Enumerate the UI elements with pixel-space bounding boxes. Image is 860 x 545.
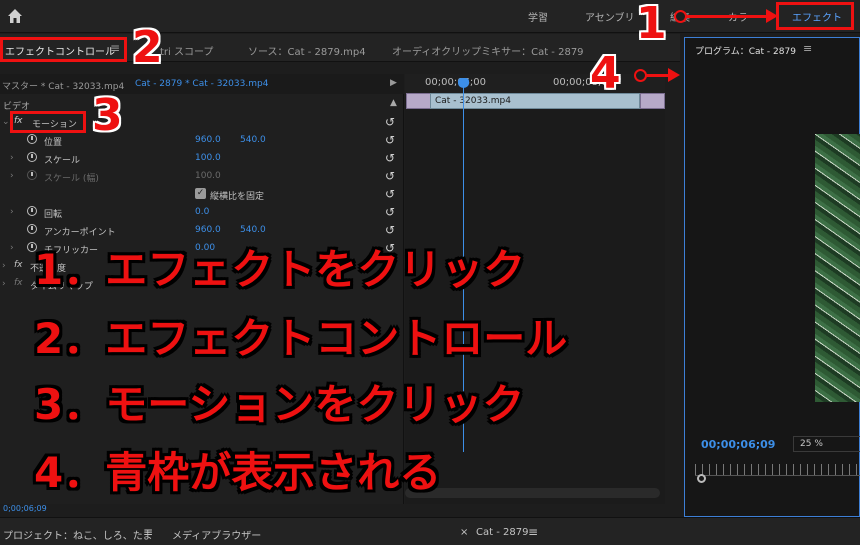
collapse-icon[interactable]: ▲ bbox=[390, 98, 397, 108]
annotation-step-1: 1．エフェクトをクリック bbox=[34, 245, 526, 294]
sequence-selector-row: マスター * Cat - 32033.mp4 Cat - 2879 * Cat … bbox=[0, 74, 404, 94]
panel-menu-icon[interactable]: ≡ bbox=[528, 525, 538, 539]
annotation-number-1: 1 bbox=[636, 0, 667, 49]
program-timecode[interactable]: 00;00;06;09 bbox=[701, 438, 775, 451]
scale-row: › スケール 100.0 ↺ bbox=[10, 151, 396, 166]
highlight-effect-controls-tab bbox=[0, 37, 127, 62]
tab-audio-clip-mixer[interactable]: オーディオクリップミキサー：Cat - 2879 bbox=[392, 43, 584, 58]
workspace-tab-learn[interactable]: 学習 bbox=[528, 9, 548, 24]
chevron-right-icon[interactable]: › bbox=[10, 153, 14, 163]
stopwatch-icon[interactable] bbox=[27, 224, 37, 234]
scrub-handle[interactable] bbox=[697, 474, 706, 483]
annotation-step-3: 3．モーションをクリック bbox=[34, 380, 525, 429]
chevron-right-icon[interactable]: › bbox=[2, 261, 6, 271]
anchor-x-value[interactable]: 960.0 bbox=[195, 225, 221, 235]
bottom-panel-tabbar: プロジェクト：ねこ、しろ、たま ≡ メディアブラウザー × Cat - 2879… bbox=[0, 517, 860, 545]
fx-icon: fx bbox=[14, 278, 23, 288]
program-monitor: プログラム：Cat - 2879 ≡ 00;00;06;09 25 % bbox=[684, 37, 860, 517]
rotation-row: › 回転 0.0 ↺ bbox=[10, 205, 396, 220]
annotation-step-4: 4．青枠が表示される bbox=[34, 448, 442, 497]
effect-controls-timecode[interactable]: 0;00;06;09 bbox=[3, 504, 47, 513]
arrow-to-effects bbox=[674, 9, 778, 23]
sequence-clip-label[interactable]: Cat - 2879 * Cat - 32033.mp4 bbox=[135, 79, 268, 89]
chevron-right-icon[interactable]: › bbox=[2, 279, 6, 289]
reset-icon[interactable]: ↺ bbox=[385, 169, 395, 183]
time-ruler[interactable]: 00;00;06;00 00;00;08;00 bbox=[405, 74, 665, 94]
tab-timeline[interactable]: Cat - 2879 bbox=[476, 527, 528, 538]
chevron-down-icon[interactable]: ⌄ bbox=[2, 117, 10, 127]
chevron-right-icon[interactable]: › bbox=[10, 171, 14, 181]
scale-value[interactable]: 100.0 bbox=[195, 153, 221, 163]
video-frame bbox=[815, 134, 860, 402]
position-row: 位置 960.0 540.0 ↺ bbox=[0, 132, 404, 150]
reset-icon[interactable]: ↺ bbox=[385, 151, 395, 165]
workspace-tab-assembly[interactable]: アセンブリ bbox=[585, 9, 635, 24]
program-monitor-title[interactable]: プログラム：Cat - 2879 bbox=[695, 44, 796, 57]
reset-icon[interactable]: ↺ bbox=[385, 133, 395, 147]
zoom-select[interactable]: 25 % bbox=[793, 436, 860, 452]
anchor-point-row: アンカーポイント 960.0 540.0 ↺ bbox=[0, 222, 404, 240]
stopwatch-icon[interactable] bbox=[27, 206, 37, 216]
annotation-number-4: 4 bbox=[590, 48, 621, 99]
annotation-step-2: 2．エフェクトコントロール bbox=[34, 314, 568, 363]
panel-menu-icon[interactable]: ≡ bbox=[803, 42, 812, 55]
clip-out-marker bbox=[640, 93, 665, 109]
tab-project[interactable]: プロジェクト：ねこ、しろ、たま bbox=[3, 527, 153, 542]
uniform-scale-row: ✓ 縦横比を固定 ↺ bbox=[195, 187, 396, 202]
reset-icon[interactable]: ↺ bbox=[385, 115, 395, 129]
stopwatch-icon[interactable] bbox=[27, 152, 37, 162]
uniform-scale-checkbox[interactable]: ✓ bbox=[195, 188, 206, 199]
reset-icon[interactable]: ↺ bbox=[385, 205, 395, 219]
play-arrow-icon[interactable]: ▶ bbox=[390, 78, 397, 88]
clip-in-marker bbox=[406, 93, 431, 109]
position-y-value[interactable]: 540.0 bbox=[240, 135, 266, 145]
playhead-handle[interactable] bbox=[458, 78, 469, 88]
stopwatch-icon[interactable] bbox=[27, 134, 37, 144]
rotation-value[interactable]: 0.0 bbox=[195, 207, 209, 217]
stopwatch-icon bbox=[27, 170, 37, 180]
panel-menu-icon[interactable]: ≡ bbox=[143, 525, 153, 539]
highlight-motion bbox=[10, 111, 86, 133]
close-icon[interactable]: × bbox=[460, 527, 468, 538]
arrow-to-program bbox=[634, 68, 680, 82]
position-x-value[interactable]: 960.0 bbox=[195, 135, 221, 145]
scale-width-row: › スケール (幅) 100.0 ↺ bbox=[10, 169, 396, 184]
program-scrub-ruler[interactable] bbox=[695, 464, 860, 476]
reset-icon[interactable]: ↺ bbox=[385, 187, 395, 201]
scale-width-value: 100.0 bbox=[195, 171, 221, 181]
highlight-effects-tab bbox=[776, 2, 854, 30]
annotation-number-2: 2 bbox=[132, 22, 163, 73]
tab-media-browser[interactable]: メディアブラウザー bbox=[172, 527, 261, 542]
effect-controls-list: ビデオ ▲ ⌄ fx モーション ↺ 位置 960.0 540.0 ↺ › スケ… bbox=[0, 94, 404, 504]
fx-icon[interactable]: fx bbox=[14, 260, 23, 270]
chevron-right-icon[interactable]: › bbox=[10, 207, 14, 217]
tab-lumetri-scopes[interactable]: tri スコープ bbox=[160, 43, 213, 58]
annotation-number-3: 3 bbox=[92, 90, 123, 141]
reset-icon[interactable]: ↺ bbox=[385, 223, 395, 237]
timeline-scrollbar[interactable] bbox=[405, 488, 660, 498]
anchor-y-value[interactable]: 540.0 bbox=[240, 225, 266, 235]
home-icon[interactable] bbox=[7, 8, 23, 24]
tab-source[interactable]: ソース：Cat - 2879.mp4 bbox=[248, 43, 366, 58]
chevron-right-icon[interactable]: › bbox=[10, 243, 14, 253]
